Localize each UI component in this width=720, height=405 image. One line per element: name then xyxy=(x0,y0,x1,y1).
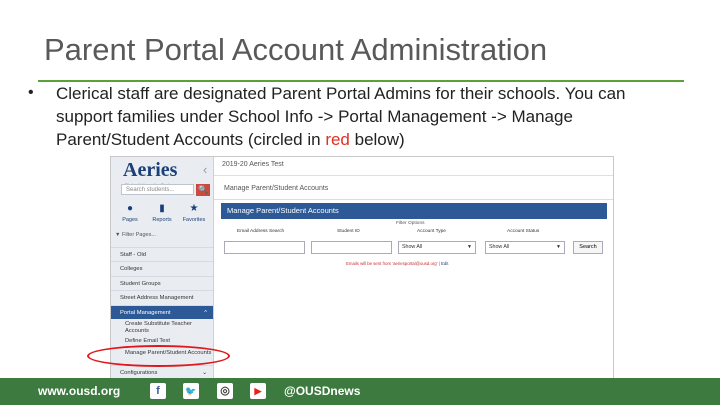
account-status-label: Account Status xyxy=(507,229,540,234)
footer-handle[interactable]: @OUSDnews xyxy=(284,384,360,398)
breadcrumb: Manage Parent/Student Accounts xyxy=(214,179,613,200)
instagram-icon[interactable]: ◎ xyxy=(217,383,233,399)
chevron-up-icon: ^ xyxy=(204,310,207,316)
aeries-logo: Aeries xyxy=(123,159,178,181)
search-icon[interactable]: 🔍 xyxy=(196,184,210,196)
tab-favorites-label: Favorites xyxy=(182,217,206,223)
bullet-text-end: below) xyxy=(349,130,405,149)
account-type-value: Show All xyxy=(402,244,423,250)
sidebar-item-configurations[interactable]: Configurations ⌄ xyxy=(111,365,213,379)
collapse-sidebar-icon[interactable]: ‹ xyxy=(203,162,207,177)
twitter-icon[interactable]: 🐦 xyxy=(183,383,199,399)
year-tab[interactable]: 2019-20 Aeries Test xyxy=(222,161,284,168)
account-type-label: Account Type xyxy=(417,229,446,234)
panel-title: Manage Parent/Student Accounts xyxy=(221,203,607,219)
footer-website[interactable]: www.ousd.org xyxy=(38,384,120,398)
account-status-value: Show All xyxy=(489,244,510,250)
slide-title: Parent Portal Account Administration xyxy=(44,32,548,67)
filter-options-label: Filter Options xyxy=(396,221,425,226)
email-note: Emails will be sent from 'aeriesportal@o… xyxy=(346,261,449,266)
student-id-input[interactable] xyxy=(311,241,392,254)
dropdown-arrow-icon: ▼ xyxy=(467,244,472,250)
sidebar-sub-create-substitute[interactable]: Create Substitute Teacher Accounts xyxy=(111,321,213,334)
reports-icon: ▮ xyxy=(159,203,165,214)
footer-bar: www.ousd.org f 🐦 ◎ ▶ @OUSDnews xyxy=(0,378,720,405)
tab-pages-label: Pages xyxy=(122,217,138,223)
favorites-icon: ★ xyxy=(189,203,199,214)
sidebar-item-label: Configurations xyxy=(120,370,158,376)
sidebar-item-label: Portal Management xyxy=(120,310,171,316)
tab-favorites[interactable]: ★ Favorites xyxy=(179,201,209,223)
search-button[interactable]: Search xyxy=(573,241,603,254)
facebook-icon[interactable]: f xyxy=(150,383,166,399)
bullet-text-red: red xyxy=(325,130,350,149)
bullet-text: Clerical staff are designated Parent Por… xyxy=(56,82,686,151)
account-type-select[interactable]: Show All ▼ xyxy=(398,241,476,254)
youtube-icon[interactable]: ▶ xyxy=(250,383,266,399)
sidebar-item-portal-management[interactable]: Portal Management ^ xyxy=(111,305,213,319)
filter-pages-input[interactable]: ▼ Filter Pages... xyxy=(115,232,210,238)
breadcrumb-label: Manage Parent/Student Accounts xyxy=(224,185,329,192)
sidebar-item-street-address[interactable]: Street Address Management xyxy=(111,290,213,304)
red-highlight-circle xyxy=(87,345,230,367)
top-bar: 2019-20 Aeries Test xyxy=(214,157,613,176)
sidebar-item-student-groups[interactable]: Student Groups xyxy=(111,276,213,290)
email-note-text: Emails will be sent from 'aeriesportal@o… xyxy=(346,261,438,266)
student-search-input[interactable]: Search students... xyxy=(121,184,194,195)
student-id-label: Student ID xyxy=(337,229,360,234)
email-search-input[interactable] xyxy=(224,241,305,254)
bullet-marker: • xyxy=(28,84,34,101)
dropdown-arrow-icon: ▼ xyxy=(556,244,561,250)
account-status-select[interactable]: Show All ▼ xyxy=(485,241,565,254)
email-edit-link[interactable]: Edit xyxy=(441,261,448,266)
pages-icon: ● xyxy=(126,203,134,214)
tab-reports-label: Reports xyxy=(152,217,172,223)
tab-reports[interactable]: ▮ Reports xyxy=(147,201,177,223)
email-search-label: Email Address Search xyxy=(237,229,285,234)
tab-pages[interactable]: ● Pages xyxy=(115,201,145,223)
sidebar-item-colleges[interactable]: Colleges xyxy=(111,261,213,275)
sidebar-sub-define-email[interactable]: Define Email Text xyxy=(111,338,213,345)
sidebar-item-staff-old[interactable]: Staff - Old xyxy=(111,247,213,261)
